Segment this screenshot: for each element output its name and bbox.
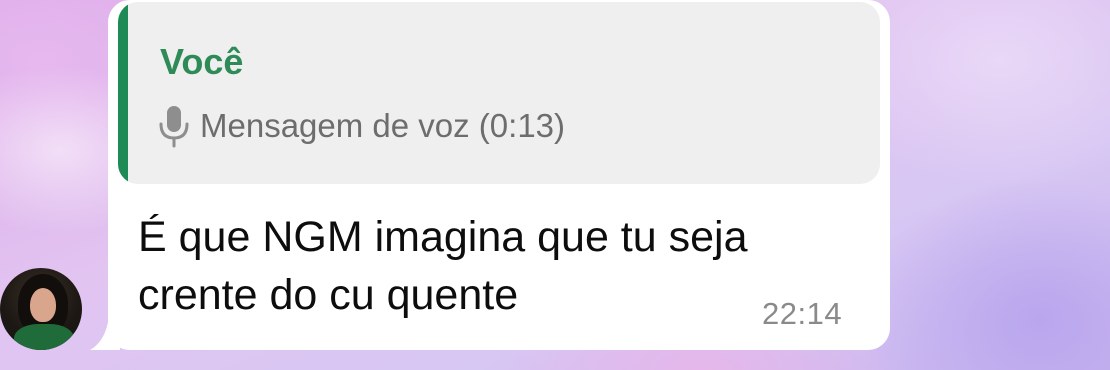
quote-preview-text: Mensagem de voz (0:13) bbox=[200, 107, 566, 144]
quote-author: Você bbox=[160, 41, 244, 82]
avatar-face bbox=[30, 288, 56, 322]
message-text: É que NGM imagina que tu seja crente do … bbox=[138, 213, 748, 319]
microphone-icon bbox=[159, 106, 189, 148]
avatar-clothing bbox=[14, 324, 74, 350]
sender-avatar[interactable] bbox=[0, 268, 82, 350]
quote-accent-bar bbox=[118, 2, 128, 184]
message-timestamp: 22:14 bbox=[762, 296, 843, 331]
quoted-message[interactable]: Você Mensagem de voz (0:13) bbox=[118, 2, 880, 184]
